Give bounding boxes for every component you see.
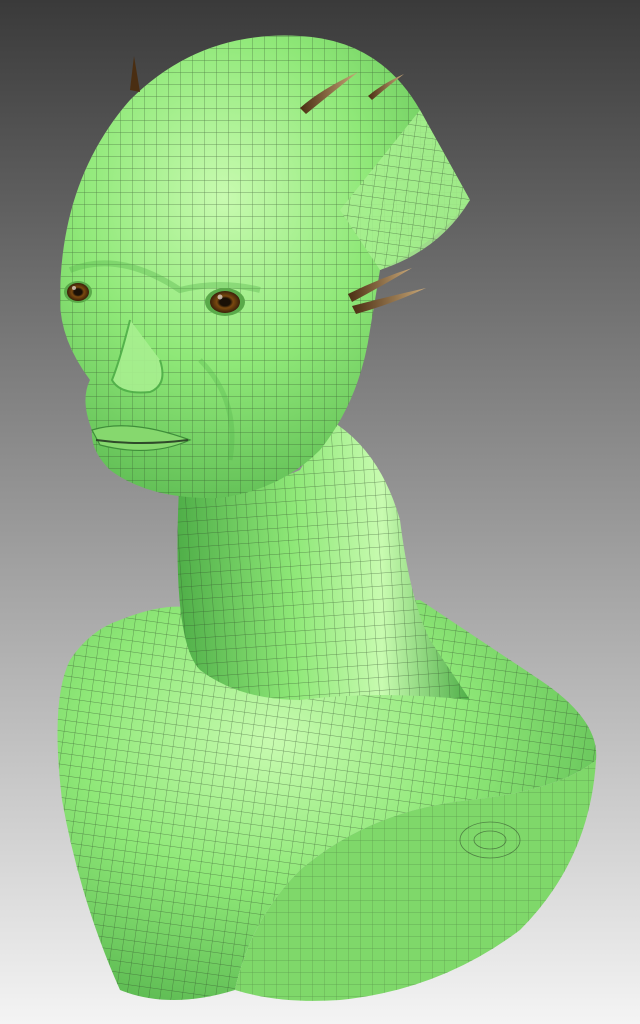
right-eye [205, 288, 245, 316]
3d-viewport[interactable] [0, 0, 640, 1024]
left-eye [64, 281, 92, 303]
sculpt-render [0, 0, 640, 1024]
